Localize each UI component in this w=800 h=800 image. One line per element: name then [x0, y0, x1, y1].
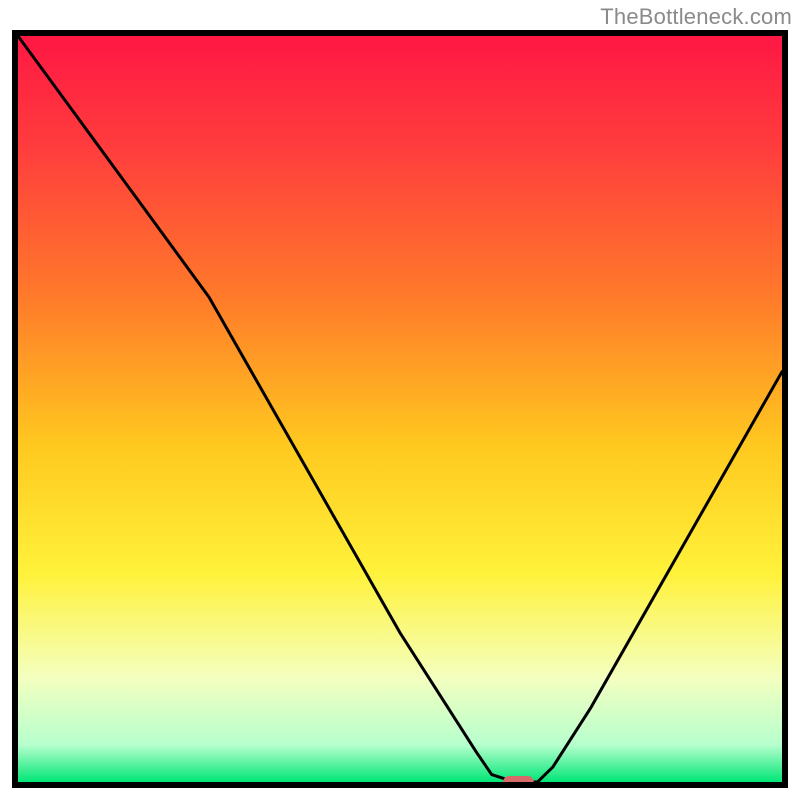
bottleneck-chart [0, 0, 800, 800]
chart-background [18, 36, 782, 782]
chart-container: TheBottleneck.com [0, 0, 800, 800]
watermark-text: TheBottleneck.com [600, 4, 792, 30]
